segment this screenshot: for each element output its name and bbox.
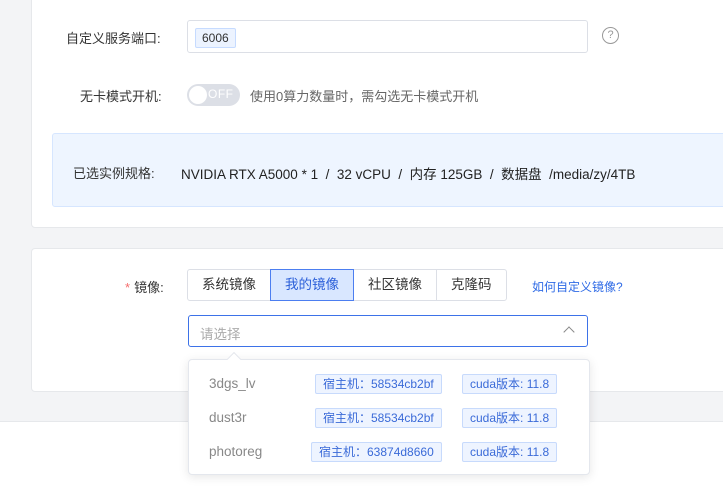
select-placeholder: 请选择 <box>200 327 241 342</box>
instance-config-page: 自定义服务端口: 6006 ? 无卡模式开机: OFF 使用0算力数量时，需勾选… <box>0 0 723 487</box>
image-source-tabs: 系统镜像 我的镜像 社区镜像 克隆码 <box>187 269 507 301</box>
option-host-tag: 宿主机：58534cb2bf <box>315 408 442 428</box>
required-mark: * <box>125 280 131 295</box>
option-name: dust3r <box>209 410 247 425</box>
tab-system-image[interactable]: 系统镜像 <box>187 269 271 301</box>
image-label-text: 镜像: <box>134 280 164 295</box>
port-input[interactable]: 6006 <box>187 20 588 53</box>
toggle-state-text: OFF <box>208 87 234 101</box>
spec-label: 已选实例规格: <box>73 166 155 181</box>
tab-community-image[interactable]: 社区镜像 <box>353 269 437 301</box>
nocard-toggle[interactable]: OFF <box>187 84 240 106</box>
tab-clone-code[interactable]: 克隆码 <box>436 269 507 301</box>
image-option[interactable]: 3dgs_lv 宿主机：58534cb2bf cuda版本: 11.8 <box>189 367 589 401</box>
port-label: 自定义服务端口: <box>66 31 161 46</box>
option-cuda-tag: cuda版本: 11.8 <box>462 408 558 428</box>
option-host-tag: 宿主机：63874d8660 <box>311 442 442 462</box>
image-dropdown: 3dgs_lv 宿主机：58534cb2bf cuda版本: 11.8 dust… <box>188 351 590 475</box>
help-icon[interactable]: ? <box>602 27 619 44</box>
port-value-tag[interactable]: 6006 <box>195 28 236 48</box>
toggle-knob <box>189 86 207 104</box>
nocard-label: 无卡模式开机: <box>80 89 162 104</box>
image-select[interactable]: 请选择 <box>188 315 588 347</box>
option-cuda-tag: cuda版本: 11.8 <box>462 442 558 462</box>
spec-summary-box: 已选实例规格: NVIDIA RTX A5000 * 1 / 32 vCPU /… <box>52 133 723 207</box>
tab-my-image[interactable]: 我的镜像 <box>270 269 354 301</box>
custom-image-help-link[interactable]: 如何自定义镜像? <box>532 278 623 295</box>
image-option[interactable]: photoreg 宿主机：63874d8660 cuda版本: 11.8 <box>189 435 589 469</box>
option-host-tag: 宿主机：58534cb2bf <box>315 374 442 394</box>
spec-value: NVIDIA RTX A5000 * 1 / 32 vCPU / 内存 125G… <box>181 167 636 182</box>
image-label: * 镜像: <box>125 277 164 296</box>
option-name: 3dgs_lv <box>209 376 256 391</box>
option-name: photoreg <box>209 444 263 459</box>
nocard-hint: 使用0算力数量时，需勾选无卡模式开机 <box>250 89 479 104</box>
chevron-up-icon <box>563 326 575 338</box>
option-cuda-tag: cuda版本: 11.8 <box>462 374 558 394</box>
image-option[interactable]: dust3r 宿主机：58534cb2bf cuda版本: 11.8 <box>189 401 589 435</box>
